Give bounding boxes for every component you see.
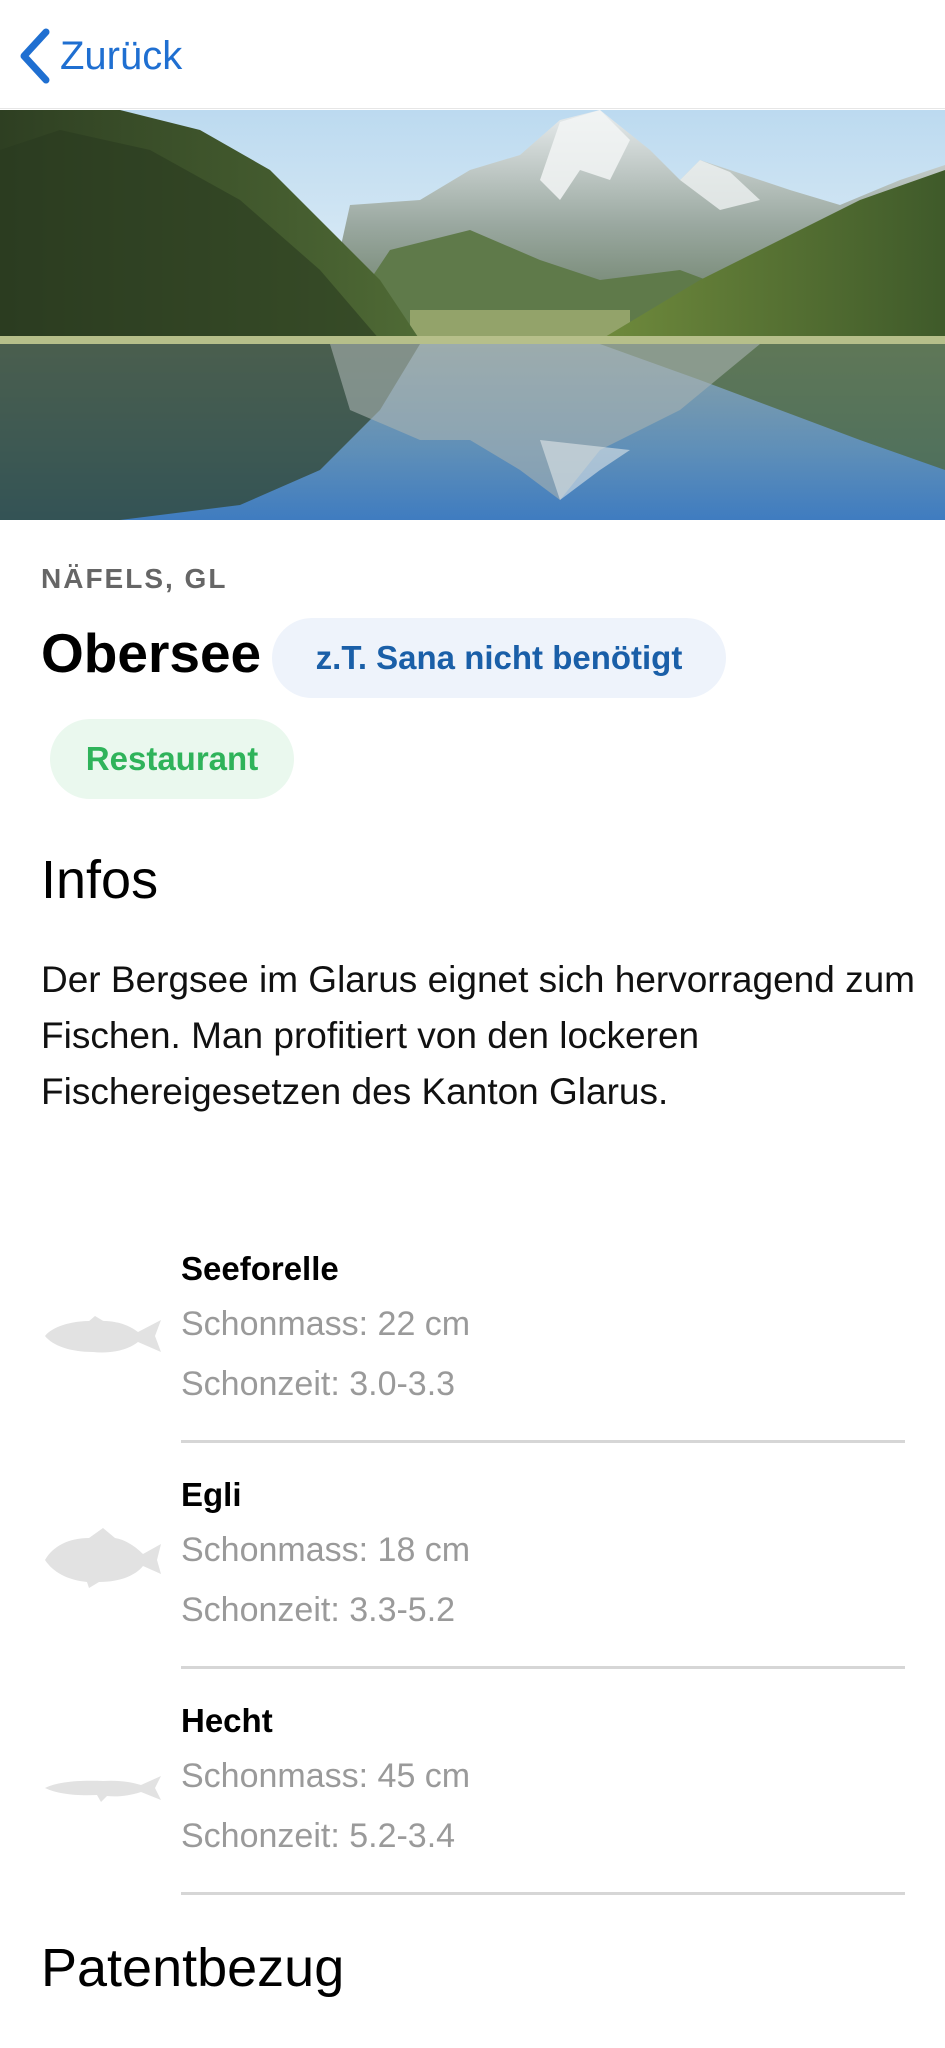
divider <box>181 1440 905 1443</box>
restaurant-badge: Restaurant <box>50 719 294 799</box>
trout-icon <box>40 1306 165 1366</box>
fish-min-size: Schonmass: 45 cm <box>181 1757 471 1795</box>
fish-name: Seeforelle <box>181 1250 339 1287</box>
location-label: NÄFELS, GL <box>41 563 228 594</box>
fish-closed-season: Schonzeit: 3.0-3.3 <box>181 1365 456 1403</box>
patent-heading: Patentbezug <box>41 1938 345 1998</box>
lake-hero-image <box>0 110 945 520</box>
fish-closed-season: Schonzeit: 5.2-3.4 <box>181 1817 456 1855</box>
chevron-left-icon <box>20 28 50 84</box>
fish-min-size: Schonmass: 18 cm <box>181 1531 471 1569</box>
sana-badge: z.T. Sana nicht benötigt <box>272 618 726 698</box>
perch-icon <box>40 1518 165 1598</box>
pike-icon <box>40 1762 165 1812</box>
infos-heading: Infos <box>41 850 159 910</box>
divider <box>181 1892 905 1895</box>
fish-list-item: Hecht Schonmass: 45 cm Schonzeit: 5.2-3.… <box>0 1692 945 1918</box>
fish-list: Seeforelle Schonmass: 22 cm Schonzeit: 3… <box>0 1240 945 1918</box>
back-button[interactable]: Zurück <box>18 26 182 86</box>
fish-list-item: Egli Schonmass: 18 cm Schonzeit: 3.3-5.2 <box>0 1466 945 1692</box>
lake-description: Der Bergsee im Glarus eignet sich hervor… <box>41 959 915 1112</box>
fish-closed-season: Schonzeit: 3.3-5.2 <box>181 1591 456 1629</box>
fish-list-item: Seeforelle Schonmass: 22 cm Schonzeit: 3… <box>0 1240 945 1466</box>
back-button-label: Zurück <box>60 34 183 78</box>
fish-min-size: Schonmass: 22 cm <box>181 1305 471 1343</box>
fish-name: Egli <box>181 1476 242 1513</box>
page-title: Obersee <box>41 622 262 684</box>
navigation-bar: Zurück <box>0 0 945 109</box>
fish-name: Hecht <box>181 1702 273 1739</box>
divider <box>181 1666 905 1669</box>
